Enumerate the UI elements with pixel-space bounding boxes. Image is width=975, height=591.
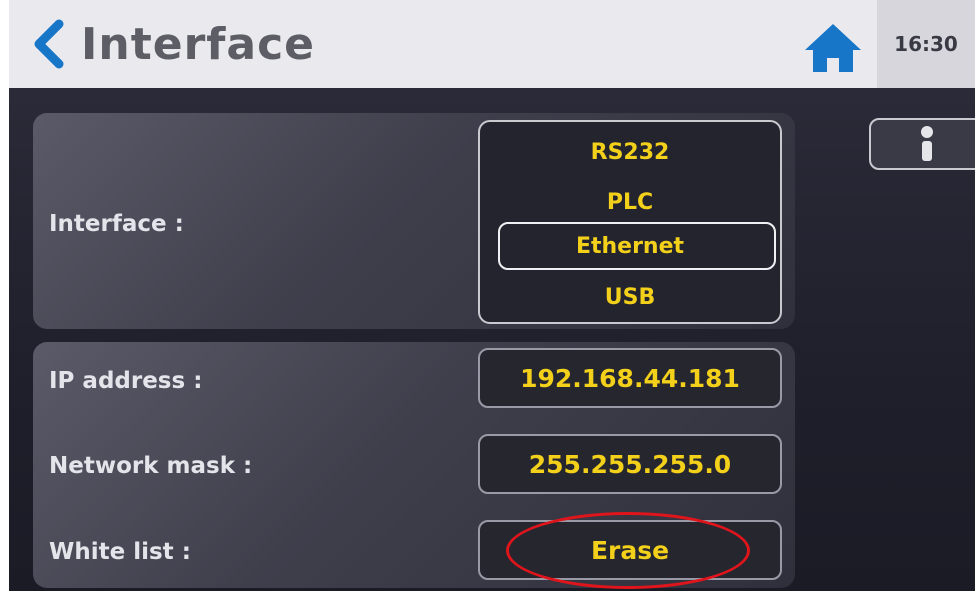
erase-button-label: Erase [590,535,670,565]
ip-address-value: 192.168.44.181 [520,363,740,393]
clock-time: 16:30 [894,32,958,56]
ip-address-label: IP address : [49,368,203,394]
option-ethernet[interactable]: Ethernet [480,234,780,259]
header-bar: Interface 16:30 [9,0,975,88]
clock-area: 16:30 [877,0,975,88]
network-mask-label: Network mask : [49,453,253,479]
white-list-label: White list : [49,539,191,565]
ip-address-field[interactable]: 192.168.44.181 [478,348,782,408]
back-button[interactable]: Interface [31,14,371,74]
option-plc[interactable]: PLC [480,190,780,215]
interface-selector[interactable]: RS232 PLC Ethernet USB [478,120,782,324]
content-area: Interface : RS232 PLC Ethernet USB IP ad… [9,88,975,591]
erase-button[interactable]: Erase [478,520,782,580]
interface-label: Interface : [49,211,184,237]
option-usb[interactable]: USB [480,285,780,310]
network-mask-value: 255.255.255.0 [528,449,732,479]
home-icon [805,24,861,72]
page-title: Interface [81,18,316,70]
home-button[interactable] [803,20,863,76]
network-mask-field[interactable]: 255.255.255.0 [478,434,782,494]
option-rs232[interactable]: RS232 [480,140,780,165]
info-button[interactable] [869,118,975,170]
chevron-left-icon [34,19,64,69]
device-screen: Interface 16:30 Interface : RS232 PLC Et… [9,0,975,591]
